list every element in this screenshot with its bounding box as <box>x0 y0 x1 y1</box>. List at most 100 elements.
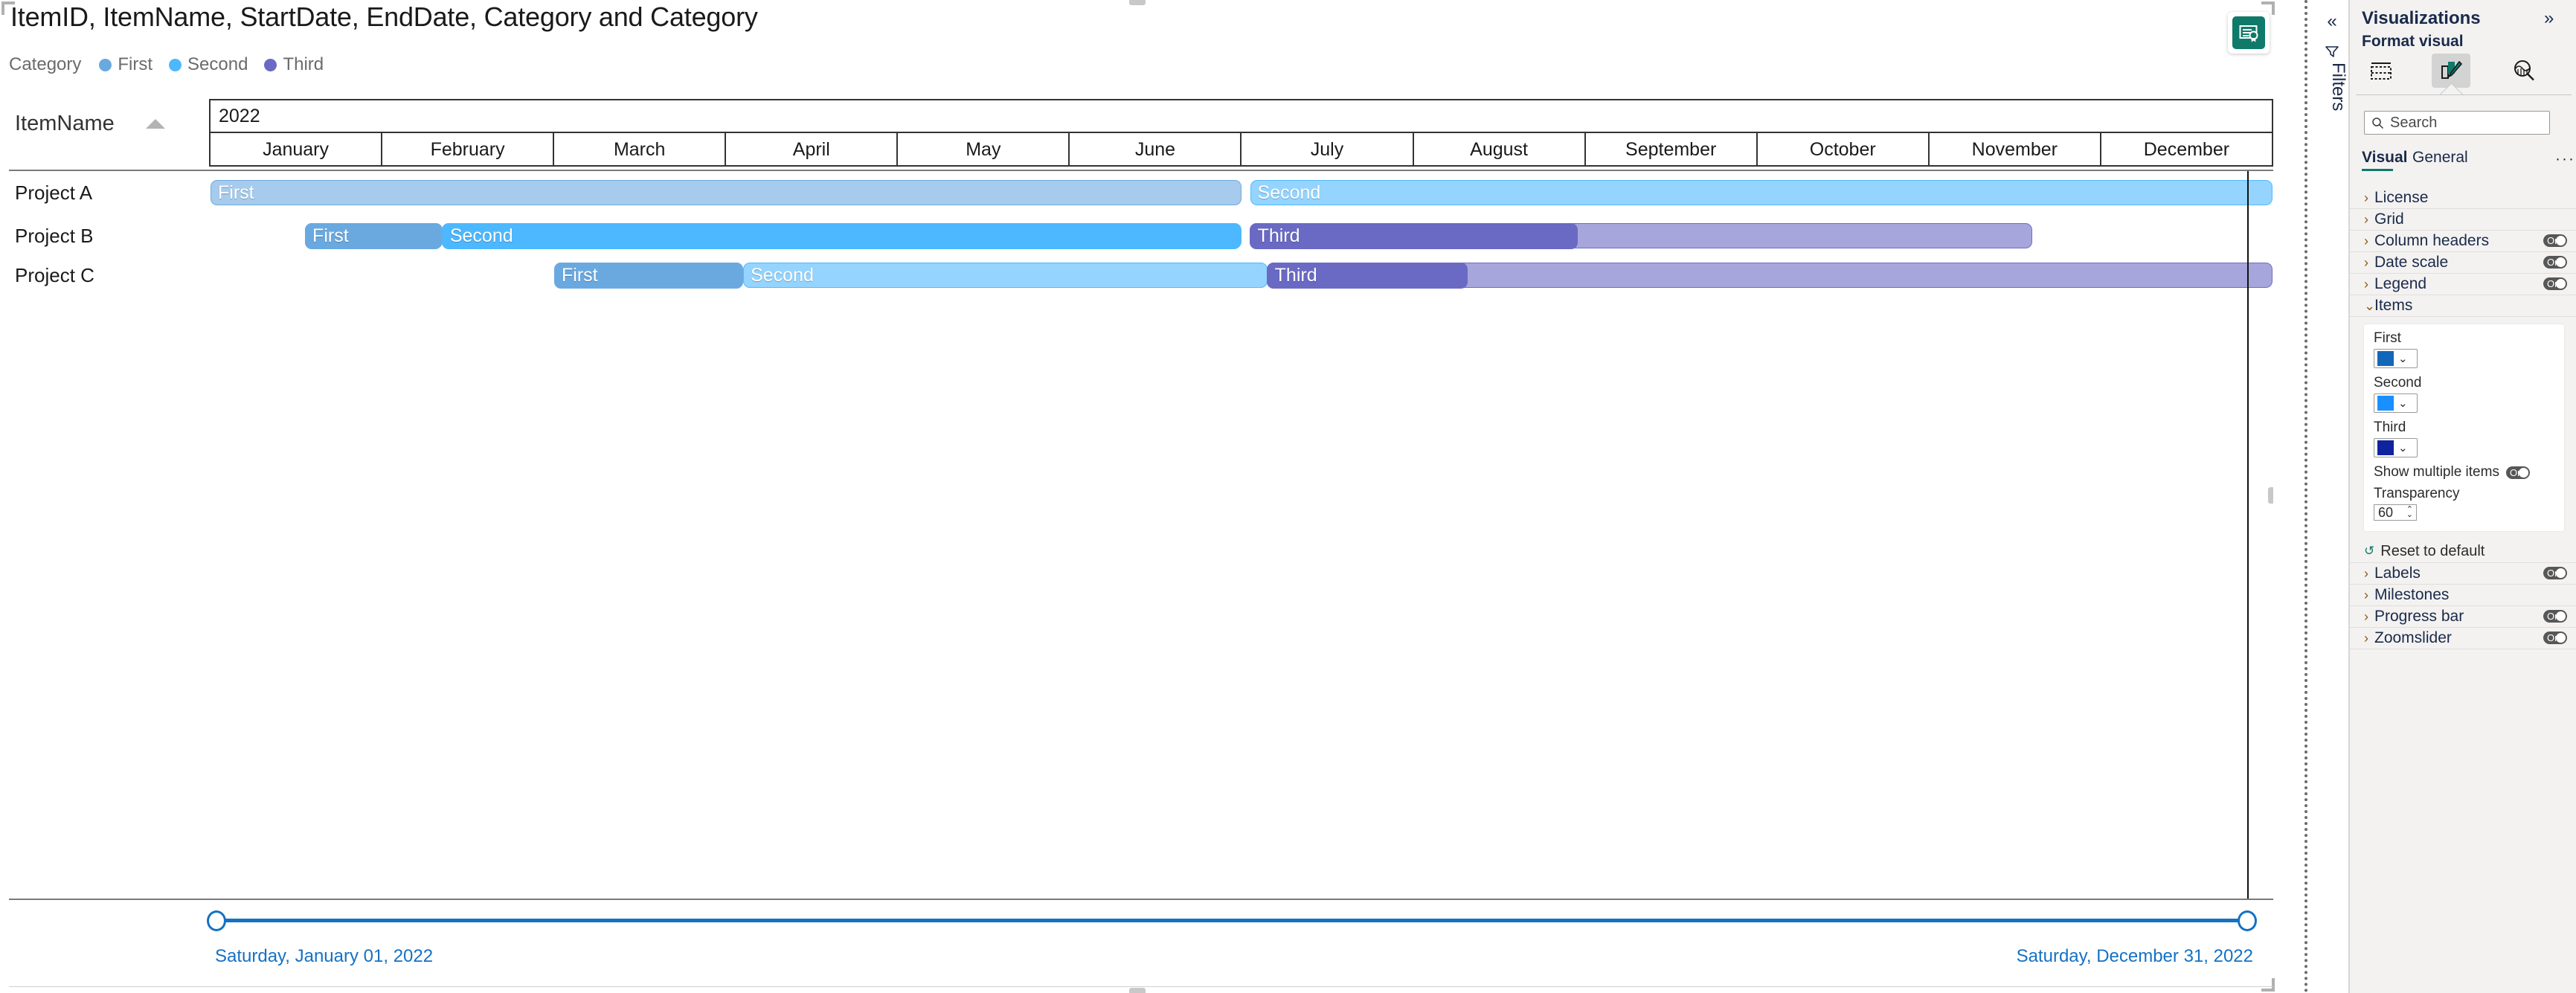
section-toggle[interactable]: On <box>2543 610 2567 623</box>
chevron-right-icon[interactable]: › <box>2364 190 2374 206</box>
gantt-bar-track: First Second Third <box>0 214 2306 257</box>
format-section-milestones[interactable]: › Milestones <box>2350 585 2576 606</box>
format-section-label: Items <box>2374 297 2413 314</box>
sort-ascending-icon[interactable] <box>145 118 165 129</box>
canvas-resize-handle-top[interactable] <box>1129 0 1146 5</box>
chevron-down-icon[interactable]: ⌄ <box>2398 443 2408 454</box>
reset-to-default-label: Reset to default <box>2380 542 2485 559</box>
legend: Category First Second Third <box>9 54 340 76</box>
filter-icon[interactable] <box>2322 42 2342 61</box>
section-toggle[interactable]: On <box>2543 632 2567 644</box>
gantt-bar[interactable]: Third <box>1250 222 2032 249</box>
format-section-label: Date scale <box>2374 254 2449 271</box>
chevron-right-icon[interactable]: › <box>2364 255 2374 271</box>
chevrons-right-icon[interactable]: » <box>2544 8 2554 29</box>
color-picker-second[interactable]: ⌄ <box>2374 393 2418 413</box>
chevron-down-icon[interactable]: ⌄ <box>2364 299 2375 312</box>
stepper-arrows[interactable]: ⌃ ⌄ <box>2406 506 2413 519</box>
format-section-license[interactable]: › License <box>2350 187 2576 209</box>
gantt-row[interactable]: Project A First Second <box>0 171 2306 214</box>
chevron-right-icon[interactable]: › <box>2364 566 2374 582</box>
chevrons-left-icon[interactable]: « <box>2321 10 2343 33</box>
more-options-icon[interactable]: ··· <box>2555 150 2575 168</box>
toggle-knob <box>2556 568 2566 578</box>
format-section-label: Grid <box>2374 211 2404 228</box>
format-section-grid[interactable]: › Grid <box>2350 209 2576 231</box>
zoomslider-handle-end[interactable] <box>2238 910 2257 931</box>
items-settings-card: First ⌄ Second ⌄ Third ⌄ Show multiple items On… <box>2364 324 2564 531</box>
month-header-september: September <box>1586 133 1758 167</box>
format-section-labels[interactable]: › Labels On <box>2350 563 2576 585</box>
tab-visual[interactable]: Visual <box>2362 149 2407 167</box>
toggle-knob <box>2556 257 2566 267</box>
chevron-right-icon[interactable]: › <box>2364 588 2374 603</box>
gantt-bar-label: First <box>218 181 254 203</box>
chevron-down-icon[interactable]: ⌄ <box>2398 353 2408 364</box>
format-section-legend[interactable]: › Legend On <box>2350 274 2576 295</box>
transparency-label: Transparency <box>2374 486 2460 501</box>
zoomslider-handle-start[interactable] <box>207 910 226 931</box>
gantt-bar[interactable]: First <box>304 222 443 249</box>
gantt-row[interactable]: Project C First Second Third <box>0 254 2306 297</box>
search-input[interactable]: Search <box>2364 111 2550 135</box>
zoomslider[interactable]: Saturday, January 01, 2022 Saturday, Dec… <box>9 899 2273 988</box>
zoomslider-bottom-divider <box>9 986 2273 987</box>
reset-to-default-button[interactable]: ↺ Reset to default <box>2350 540 2576 563</box>
gantt-bar[interactable]: Third <box>1267 262 2273 289</box>
canvas-resize-handle-bottom[interactable] <box>1129 988 1146 993</box>
zoomslider-track[interactable] <box>215 919 2253 922</box>
section-toggle[interactable]: On <box>2543 256 2567 269</box>
legend-label-second: Second <box>187 54 248 74</box>
gantt-visual-canvas[interactable]: ItemID, ItemName, StartDate, EndDate, Ca… <box>0 0 2306 993</box>
tab-general[interactable]: General <box>2412 149 2468 167</box>
certified-visual-badge[interactable] <box>2228 12 2270 54</box>
gantt-bar-label: Second <box>449 225 513 246</box>
chevron-right-icon[interactable]: › <box>2364 631 2374 646</box>
color-picker-third[interactable]: ⌄ <box>2374 438 2418 457</box>
section-toggle[interactable]: On <box>2543 234 2567 247</box>
analytics-icon[interactable] <box>2505 54 2543 88</box>
section-toggle[interactable]: On <box>2543 567 2567 579</box>
section-toggle[interactable]: On <box>2543 277 2567 290</box>
gantt-bar[interactable]: Second <box>743 263 1268 288</box>
format-section-date-scale[interactable]: › Date scale On <box>2350 252 2576 274</box>
toggle-knob <box>2556 633 2566 643</box>
transparency-stepper[interactable]: 60 ⌃ ⌄ <box>2374 504 2417 521</box>
show-multiple-items-toggle[interactable]: On <box>2505 466 2530 479</box>
chevron-down-icon[interactable]: ⌄ <box>2398 398 2408 409</box>
color-picker-first[interactable]: ⌄ <box>2374 349 2418 368</box>
items-card-wrapper: First ⌄ Second ⌄ Third ⌄ Show multiple items On… <box>2350 324 2576 540</box>
gantt-bar[interactable]: Second <box>442 222 1242 249</box>
gantt-bar[interactable]: First <box>211 180 1242 205</box>
visual-title: ItemID, ItemName, StartDate, EndDate, Ca… <box>10 1 758 32</box>
filters-rail[interactable] <box>2316 0 2349 993</box>
format-visual-subtitle: Format visual <box>2362 33 2464 50</box>
date-scale-month-row: January February March April May June July Augu… <box>211 133 2272 167</box>
format-sections-list: › License › Grid › Column headers On › Date scal… <box>2350 187 2576 649</box>
format-section-label: Column headers <box>2374 232 2490 249</box>
item-color-label-first: First <box>2374 330 2401 346</box>
legend-item-first[interactable]: First <box>99 54 152 75</box>
legend-label-third: Third <box>283 54 324 74</box>
gantt-bar[interactable]: Second <box>1250 180 2273 205</box>
gantt-row[interactable]: Project B First Second Third <box>0 214 2306 257</box>
chevron-right-icon[interactable]: › <box>2364 609 2374 625</box>
format-section-zoomslider[interactable]: › Zoomslider On <box>2350 628 2576 649</box>
gantt-bar[interactable]: First <box>553 262 744 289</box>
chevron-down-icon[interactable]: ⌄ <box>2406 511 2413 519</box>
fields-icon[interactable] <box>2362 54 2400 88</box>
legend-item-third[interactable]: Third <box>264 54 324 75</box>
chevron-right-icon[interactable]: › <box>2364 234 2374 249</box>
format-section-label: License <box>2374 189 2429 206</box>
format-section-progress-bar[interactable]: › Progress bar On <box>2350 606 2576 628</box>
chevron-right-icon[interactable]: › <box>2364 277 2374 292</box>
legend-item-second[interactable]: Second <box>169 54 248 75</box>
gantt-bar-label: First <box>312 225 349 246</box>
format-section-items[interactable]: ⌄ Items <box>2350 295 2576 317</box>
toggle-knob <box>2556 279 2566 289</box>
task-column-header[interactable]: ItemName <box>15 106 201 141</box>
chevron-right-icon[interactable]: › <box>2364 212 2374 228</box>
legend-dot-third <box>264 58 277 71</box>
format-section-column-headers[interactable]: › Column headers On <box>2350 231 2576 252</box>
filters-rail-label[interactable]: Filters <box>2316 62 2348 111</box>
